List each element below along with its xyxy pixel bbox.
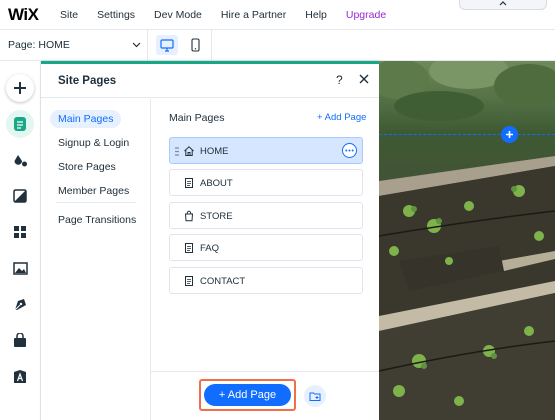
add-folder-icon [309,392,321,401]
add-elements-button[interactable] [6,74,34,102]
close-icon[interactable] [358,73,370,85]
content-manager-icon [14,369,26,383]
panel-header: Site Pages ? [41,64,379,98]
pages-side-nav: Main Pages Signup & Login Store Pages Me… [41,99,151,420]
section-boundary-line [379,134,555,135]
page-row-store[interactable]: STORE [169,202,363,229]
menu-hire-a-partner[interactable]: Hire a Partner [221,9,286,21]
page-label: CONTACT [200,276,246,287]
menu-settings[interactable]: Settings [97,9,135,21]
nav-store-pages[interactable]: Store Pages [50,158,124,176]
main-pages-heading: Main Pages [169,112,225,124]
content-manager-button[interactable] [6,362,34,390]
site-pages-panel: Site Pages ? Main Pages Signup & Login S… [41,61,379,420]
page-selector[interactable]: Page: HOME [8,30,148,60]
blog-button[interactable] [6,290,34,318]
menu-dev-mode[interactable]: Dev Mode [154,9,202,21]
add-page-link[interactable]: + Add Page [317,112,366,123]
drag-handle-icon[interactable] [175,147,179,156]
media-button[interactable] [6,254,34,282]
page-icon [185,178,193,188]
add-section-button[interactable] [6,182,34,210]
nav-signup-login[interactable]: Signup & Login [50,134,137,152]
add-page-button[interactable]: + Add Page [204,384,291,406]
page-label: STORE [200,211,233,222]
menu-upgrade[interactable]: Upgrade [346,9,386,21]
media-icon [12,261,28,275]
page-row-about[interactable]: ABOUT [169,169,363,196]
site-canvas-image[interactable] [379,61,555,420]
menu-help[interactable]: Help [305,9,327,21]
plus-icon [506,131,513,138]
nav-main-pages[interactable]: Main Pages [50,110,122,128]
apps-icon [14,226,26,238]
add-folder-button[interactable] [304,385,326,407]
chevron-down-icon [132,42,141,48]
desktop-icon [160,38,174,52]
home-icon [184,146,194,156]
page-icon [185,276,193,286]
page-label: ABOUT [200,178,233,189]
editor-subbar: Page: HOME [0,30,555,61]
design-icon [14,154,27,166]
nav-page-transitions[interactable]: Page Transitions [50,211,144,229]
page-more-actions-button[interactable] [342,143,357,158]
tool-rail [0,61,41,420]
mobile-view-button[interactable] [184,35,206,55]
top-menu: Site Settings Dev Mode Hire a Partner He… [60,9,405,21]
store-bag-icon [184,210,194,222]
divider [211,30,212,60]
page-label: FAQ [200,243,220,254]
collapse-toolbar-button[interactable] [459,0,547,10]
wix-logo[interactable]: WiX [8,5,60,25]
menu-site[interactable]: Site [60,9,78,21]
business-button[interactable] [6,326,34,354]
nav-member-pages[interactable]: Member Pages [50,182,137,200]
apps-button[interactable] [6,218,34,246]
chevron-up-icon [499,1,507,6]
divider [56,202,136,203]
garden-photo [379,61,555,420]
add-section-icon [13,189,27,203]
design-button[interactable] [6,146,34,174]
mobile-icon [190,38,200,52]
add-elements-icon [14,82,26,94]
business-icon [14,332,26,347]
pages-icon [14,117,26,131]
page-icon [185,243,193,253]
blog-icon [14,298,26,310]
panel-title: Site Pages [58,75,117,87]
pages-button[interactable] [6,110,34,138]
panel-footer: + Add Page [151,371,379,420]
page-row-contact[interactable]: CONTACT [169,267,363,294]
add-page-highlight: + Add Page [199,379,296,411]
page-row-faq[interactable]: FAQ [169,234,363,261]
page-label: HOME [200,146,229,157]
help-icon[interactable]: ? [336,73,343,87]
desktop-view-button[interactable] [156,35,178,55]
page-row-home[interactable]: HOME [169,137,363,164]
add-section-handle[interactable] [501,126,518,143]
page-selector-label: Page: HOME [8,39,70,51]
more-icon [345,149,354,152]
top-bar: WiX Site Settings Dev Mode Hire a Partne… [0,0,555,30]
